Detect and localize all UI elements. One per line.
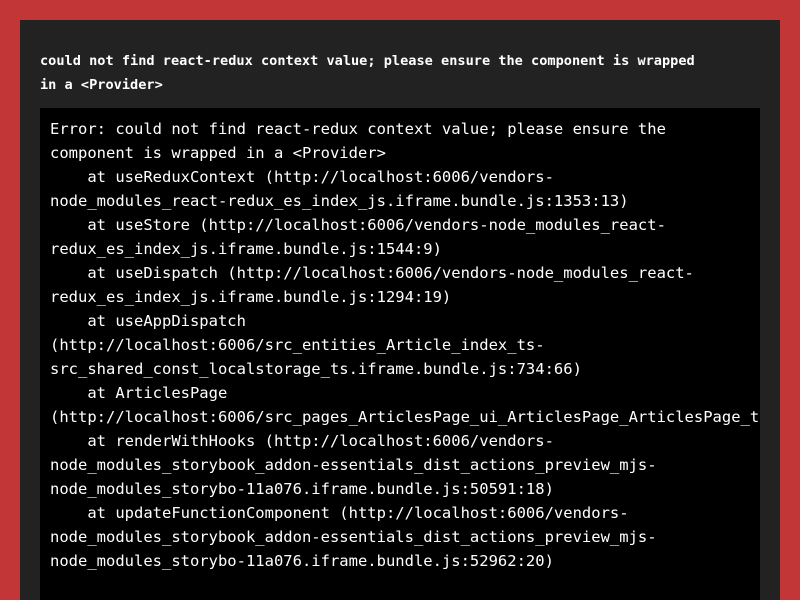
stack-trace-text: Error: could not find react-redux contex… — [50, 120, 760, 570]
stack-trace-box[interactable]: Error: could not find react-redux contex… — [40, 108, 760, 600]
error-message-heading: could not find react-redux context value… — [40, 53, 695, 93]
error-overlay: could not find react-redux context value… — [20, 20, 780, 600]
